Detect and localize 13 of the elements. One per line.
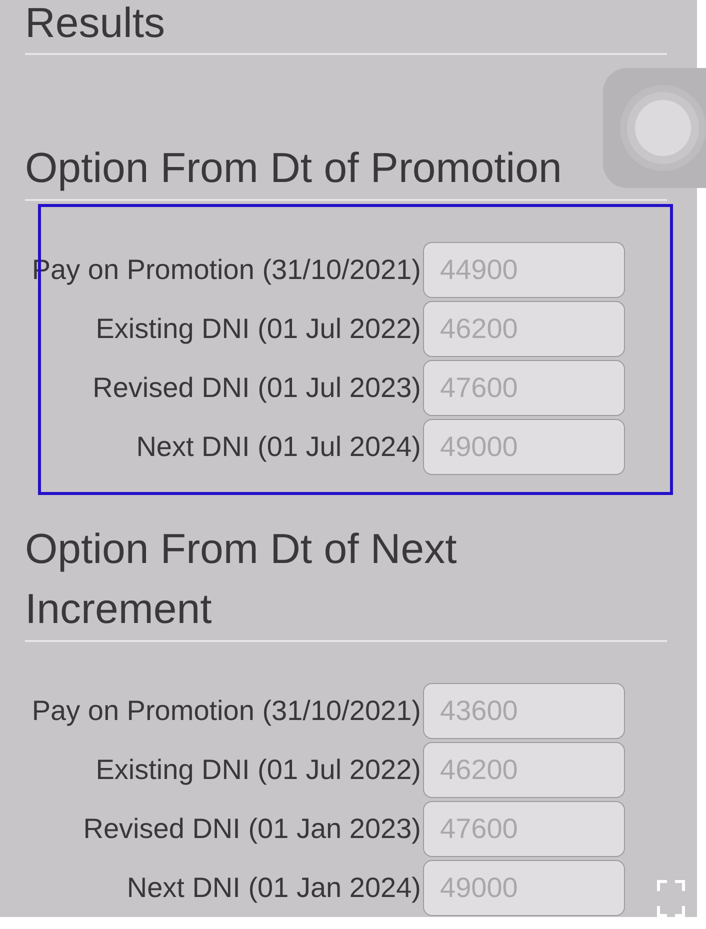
section-heading: Option From Dt of Next Increment — [25, 524, 457, 632]
field-label: Existing DNI (01 Jul 2022) — [96, 312, 421, 346]
field-label: Next DNI (01 Jan 2024) — [126, 871, 421, 905]
fullscreen-icon[interactable] — [657, 880, 685, 917]
floating-button[interactable] — [603, 68, 706, 188]
circle-icon — [620, 85, 706, 171]
field-label: Pay on Promotion (31/10/2021) — [32, 694, 421, 728]
field-label: Revised DNI (01 Jul 2023) — [92, 371, 421, 405]
section-heading: Option From Dt of Promotion — [25, 144, 562, 190]
field-label: Next DNI (01 Jul 2024) — [136, 430, 421, 464]
field-label: Revised DNI (01 Jan 2023) — [83, 812, 421, 846]
field-label: Existing DNI (01 Jul 2022) — [96, 753, 421, 787]
page-title: Results — [25, 0, 166, 46]
